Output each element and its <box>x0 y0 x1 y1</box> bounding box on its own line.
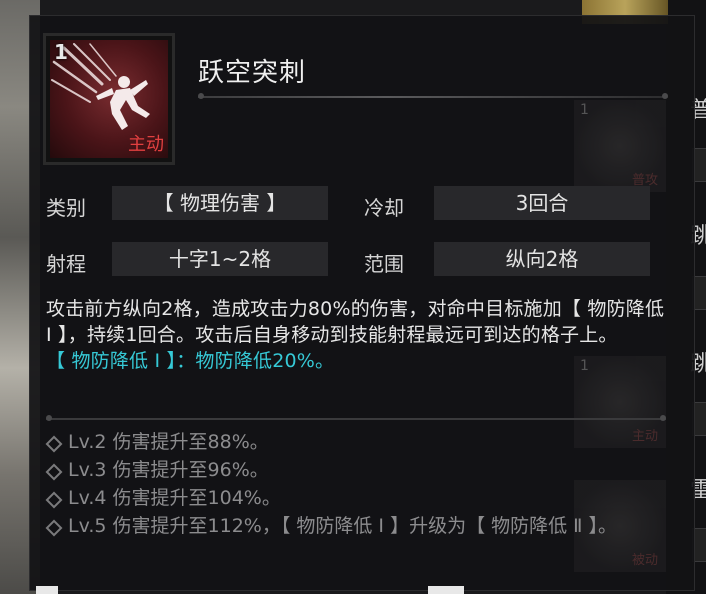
upgrade-text: Lv.2 伤害提升至88%。 <box>68 431 269 453</box>
description-main: 攻击前方纵向2格，造成攻击力80%的伤害，对命中目标施加【 物防降低 Ⅰ 】，持… <box>46 298 665 346</box>
upgrade-text: Lv.5 伤害提升至112%，【 物防降低 Ⅰ 】升级为【 物防降低 Ⅱ 】。 <box>68 515 618 537</box>
bottom-edge-mark <box>428 586 464 594</box>
bottom-edge-mark <box>36 586 58 594</box>
title-divider <box>198 93 668 99</box>
upgrade-item: Lv.3 伤害提升至96%。 <box>45 456 666 484</box>
upgrade-divider <box>46 415 666 421</box>
area-label: 范围 <box>364 252 404 276</box>
skill-name: 跃空突刺 <box>198 58 307 88</box>
upgrade-item: Lv.4 伤害提升至104%。 <box>45 484 666 512</box>
skill-level-number: 1 <box>54 40 68 64</box>
diamond-bullet-icon <box>45 491 63 509</box>
range-value: 十字1~2格 <box>112 242 328 276</box>
category-label: 类别 <box>46 196 86 220</box>
upgrade-text: Lv.3 伤害提升至96%。 <box>68 459 269 481</box>
diamond-bullet-icon <box>45 435 63 453</box>
upgrade-item: Lv.2 伤害提升至88%。 <box>45 428 666 456</box>
side-slot-1[interactable] <box>692 148 706 182</box>
skill-type-badge: 主动 <box>128 134 164 155</box>
side-slot-4[interactable] <box>692 528 706 562</box>
diamond-bullet-icon <box>45 463 63 481</box>
background-card-label: 被动 <box>631 553 658 568</box>
effect-note: 【 物防降低 Ⅰ 】：物防降低20%。 <box>46 350 335 372</box>
cooldown-value: 3回合 <box>434 186 650 220</box>
upgrade-text: Lv.4 伤害提升至104%。 <box>68 487 281 509</box>
upgrade-item: Lv.5 伤害提升至112%，【 物防降低 Ⅰ 】升级为【 物防降低 Ⅱ 】。 <box>45 512 666 540</box>
leaping-pierce-icon: 1 主动 <box>50 40 168 158</box>
side-slot-3[interactable] <box>692 402 706 436</box>
range-label: 射程 <box>46 252 86 276</box>
diamond-bullet-icon <box>45 519 63 537</box>
background-skill-card-normal: 1 普攻 <box>574 100 666 192</box>
background-card-level: 1 <box>580 102 589 118</box>
skill-description: 攻击前方纵向2格，造成攻击力80%的伤害，对命中目标施加【 物防降低 Ⅰ 】，持… <box>46 296 666 374</box>
category-value: 【 物理伤害 】 <box>112 186 328 220</box>
upgrade-list: Lv.2 伤害提升至88%。 Lv.3 伤害提升至96%。 Lv.4 伤害提升至… <box>45 428 666 540</box>
side-slot-2[interactable] <box>692 276 706 310</box>
skill-icon-frame: 1 主动 <box>46 36 172 162</box>
area-value: 纵向2格 <box>434 242 650 276</box>
cooldown-label: 冷却 <box>364 196 404 220</box>
